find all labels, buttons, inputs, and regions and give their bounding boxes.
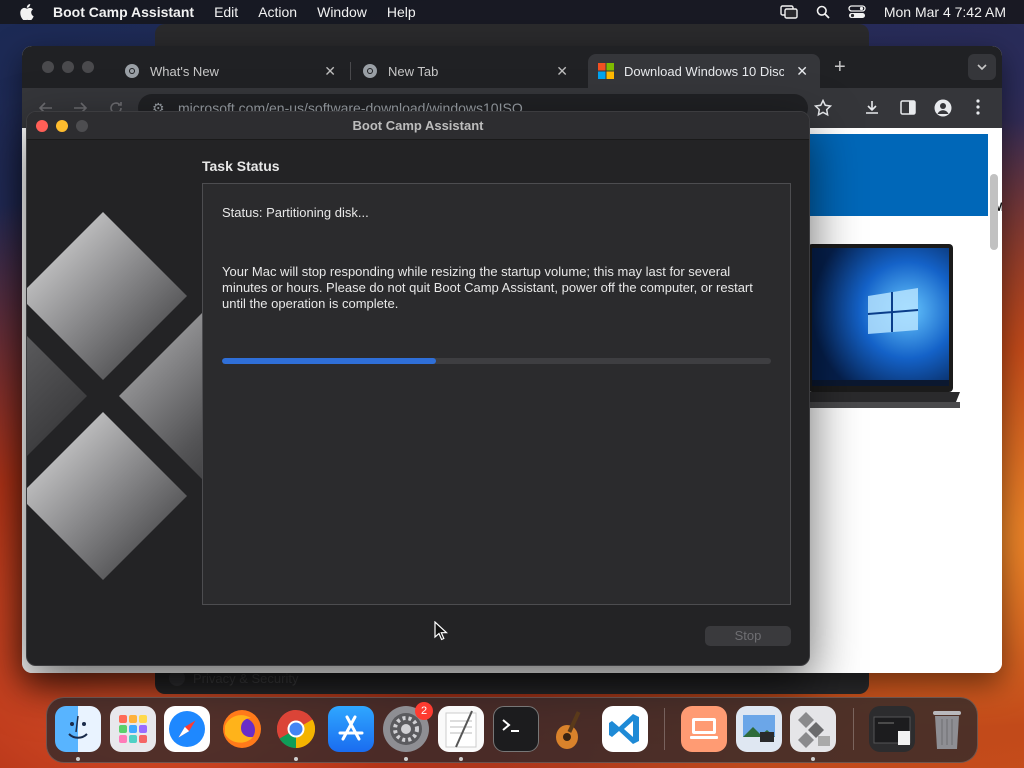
close-window-button[interactable] (42, 61, 54, 73)
finder-icon (68, 715, 88, 739)
side-panel-icon[interactable] (900, 100, 916, 115)
trash-icon (933, 711, 961, 749)
app-menu[interactable]: Boot Camp Assistant (53, 4, 194, 20)
page-banner (808, 134, 988, 216)
microsoft-logo-icon (598, 63, 614, 79)
boot-camp-icon (798, 712, 830, 748)
tab-download-windows[interactable]: Download Windows 10 Disc I ✕ (588, 54, 820, 88)
progress-bar (222, 358, 771, 364)
menu-edit[interactable]: Edit (214, 4, 238, 20)
window-title: Boot Camp Assistant (352, 118, 484, 133)
close-tab-icon[interactable]: ✕ (556, 63, 568, 80)
firefox-icon (223, 710, 261, 748)
menu-action[interactable]: Action (258, 4, 297, 20)
dock-boot-camp-assistant[interactable] (790, 706, 836, 752)
minimize-window-button[interactable] (62, 61, 74, 73)
control-center-icon[interactable] (848, 5, 866, 19)
boot-camp-window: Boot Camp Assistant Task Status Status: … (26, 111, 810, 666)
tab-strip: What's New ✕ New Tab ✕ Download Windows … (22, 46, 1002, 88)
apple-menu-icon[interactable] (18, 4, 34, 20)
new-tab-button[interactable]: + (834, 56, 846, 79)
dock-screen-sharing[interactable] (681, 706, 727, 752)
bookmark-star-icon[interactable] (814, 99, 832, 117)
running-indicator (294, 757, 298, 761)
dock-textedit[interactable] (438, 706, 484, 752)
tab-whats-new[interactable]: What's New ✕ (114, 54, 348, 88)
tab-divider (350, 62, 351, 80)
safari-icon (169, 711, 205, 747)
mouse-cursor-icon (434, 621, 448, 641)
dock-divider (664, 708, 665, 750)
profile-avatar-icon[interactable] (934, 99, 952, 117)
dock-divider (853, 708, 854, 750)
chrome-icon (363, 64, 377, 78)
chrome-icon (125, 64, 139, 78)
spotlight-search-icon[interactable] (816, 5, 830, 19)
tab-label: Download Windows 10 Disc I (624, 63, 784, 79)
dock-safari[interactable] (164, 706, 210, 752)
textedit-icon (445, 710, 477, 748)
stop-button[interactable]: Stop (705, 626, 791, 646)
dock-garageband[interactable] (547, 706, 593, 752)
page-scrollbar[interactable] (990, 174, 998, 250)
running-indicator (76, 757, 80, 761)
tab-new-tab[interactable]: New Tab ✕ (352, 54, 580, 88)
launchpad-icon (119, 715, 147, 743)
notification-badge: 2 (415, 702, 433, 720)
status-text: Status: Partitioning disk... (222, 205, 369, 220)
running-indicator (459, 757, 463, 761)
tab-label: New Tab (388, 63, 439, 79)
menubar: Boot Camp Assistant Edit Action Window H… (0, 0, 1024, 24)
task-status-panel: Status: Partitioning disk... Your Mac wi… (202, 183, 791, 605)
dock-terminal[interactable] (493, 706, 539, 752)
menubar-clock[interactable]: Mon Mar 4 7:42 AM (884, 4, 1006, 20)
preview-icon (743, 715, 775, 742)
running-indicator (811, 757, 815, 761)
dock-firefox[interactable] (219, 706, 265, 752)
dock-preview[interactable] (736, 706, 782, 752)
screen-mirroring-icon[interactable] (780, 5, 798, 19)
windows-laptop-image (808, 244, 960, 408)
warning-message: Your Mac will stop responding while resi… (222, 264, 753, 311)
close-tab-icon[interactable]: ✕ (796, 63, 808, 80)
zoom-window-button[interactable] (82, 61, 94, 73)
app-store-icon (338, 715, 364, 741)
tab-search-button[interactable] (968, 54, 996, 80)
downloads-stack-icon (873, 716, 911, 745)
task-status-heading: Task Status (202, 158, 280, 174)
dock-launchpad[interactable] (110, 706, 156, 752)
window-titlebar: Boot Camp Assistant (27, 112, 809, 140)
screen-sharing-icon (690, 718, 718, 739)
dock-trash[interactable] (924, 706, 970, 752)
vscode-icon (609, 714, 639, 744)
chrome-app-icon (276, 709, 316, 749)
dock-app-store[interactable] (328, 706, 374, 752)
more-menu-icon[interactable] (976, 99, 980, 115)
dock-vscode[interactable] (602, 706, 648, 752)
download-icon[interactable] (864, 99, 880, 115)
dock: 2 (46, 697, 978, 763)
menu-window[interactable]: Window (317, 4, 367, 20)
tab-label: What's New (150, 63, 219, 79)
dock-chrome[interactable] (273, 706, 319, 752)
dock-finder[interactable] (55, 706, 101, 752)
terminal-icon (502, 719, 519, 732)
chevron-down-icon (977, 64, 987, 70)
dock-downloads-stack[interactable] (869, 706, 915, 752)
close-tab-icon[interactable]: ✕ (324, 63, 336, 80)
menu-help[interactable]: Help (387, 4, 416, 20)
running-indicator (404, 757, 408, 761)
progress-fill (222, 358, 437, 364)
browser-window-controls (42, 61, 94, 73)
guitar-icon (556, 711, 581, 749)
